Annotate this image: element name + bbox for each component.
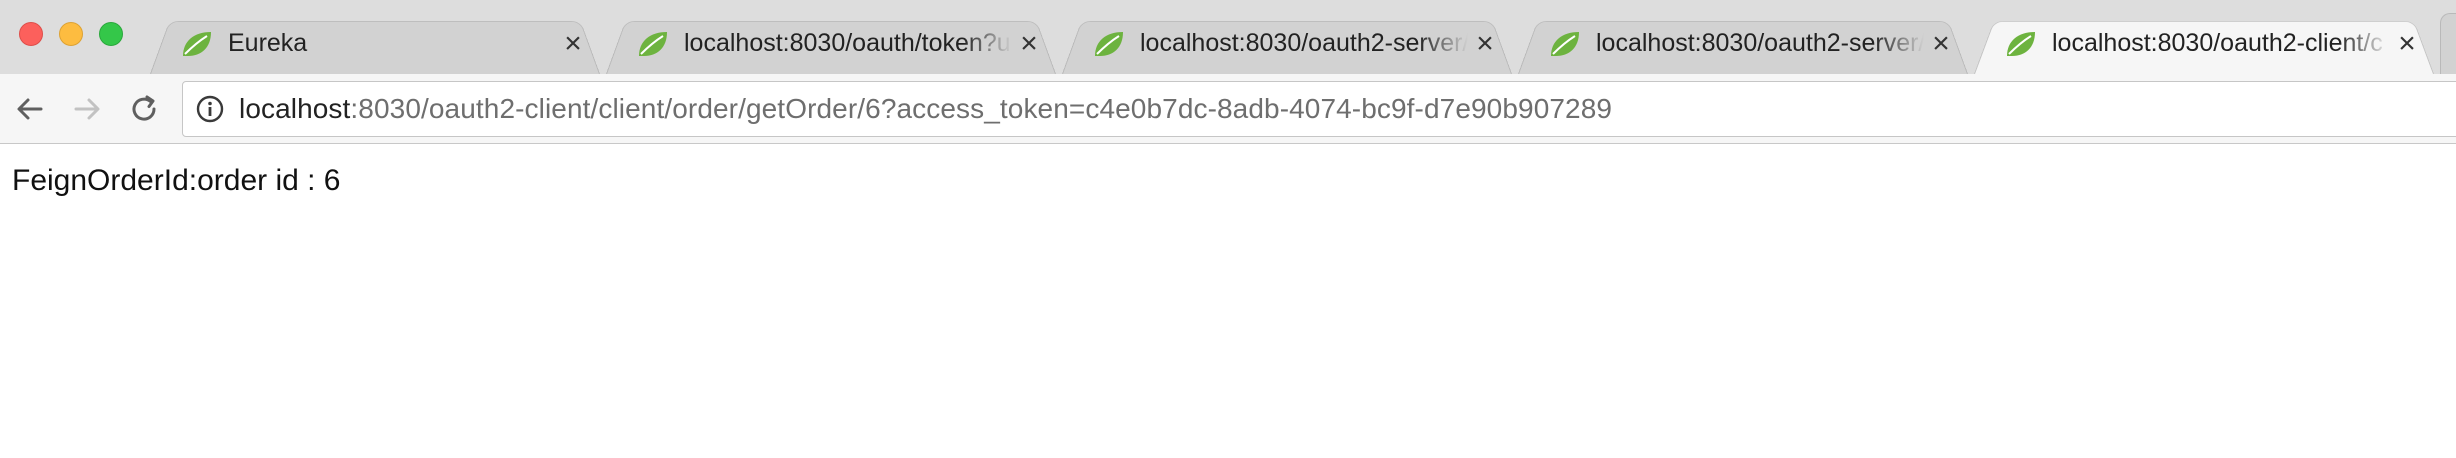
arrow-left-icon xyxy=(17,98,43,120)
spring-leaf-icon xyxy=(2007,31,2035,56)
tab-close-icon[interactable]: × xyxy=(556,28,590,59)
tab-title: localhost:8030/oauth/token?us xyxy=(684,29,1012,57)
window-zoom-button[interactable] xyxy=(99,22,123,46)
tab-close-icon[interactable]: × xyxy=(1012,28,1046,59)
arrow-right-icon xyxy=(74,98,100,120)
window-minimize-button[interactable] xyxy=(59,22,83,46)
address-bar[interactable]: localhost:8030/oauth2-client/client/orde… xyxy=(182,81,2456,137)
window-close-button[interactable] xyxy=(19,22,43,46)
info-icon[interactable] xyxy=(195,94,225,124)
forward-button[interactable] xyxy=(68,90,106,128)
tab-oauth-token[interactable]: localhost:8030/oauth/token?us × xyxy=(606,13,1056,74)
back-button[interactable] xyxy=(11,90,49,128)
spring-leaf-icon xyxy=(183,31,211,56)
tab-close-icon[interactable]: × xyxy=(2390,28,2424,59)
tab-title: localhost:8030/oauth2-client/c xyxy=(2052,29,2383,57)
tab-oauth2-client[interactable]: localhost:8030/oauth2-client/c × xyxy=(1974,13,2434,74)
tab-eureka[interactable]: Eureka × xyxy=(150,13,600,74)
tab-title: localhost:8030/oauth2-server/ xyxy=(1140,29,1468,57)
tab-title: localhost:8030/oauth2-server/ xyxy=(1596,29,1924,57)
spring-leaf-icon xyxy=(639,31,667,56)
page-body-text: FeignOrderId:order id : 6 xyxy=(12,164,341,197)
url-host: localhost xyxy=(239,93,351,124)
url-text[interactable]: localhost:8030/oauth2-client/client/orde… xyxy=(239,93,1612,125)
reload-button[interactable] xyxy=(125,90,163,128)
reload-icon xyxy=(132,95,156,121)
browser-toolbar: localhost:8030/oauth2-client/client/orde… xyxy=(0,74,2456,144)
tab-close-icon[interactable]: × xyxy=(1924,28,1958,59)
tab-strip: Eureka × localhost:8030/oauth/token?us ×… xyxy=(0,0,2456,74)
new-tab-button[interactable] xyxy=(2440,13,2456,74)
tab-oauth2-server-1[interactable]: localhost:8030/oauth2-server/ × xyxy=(1062,13,1512,74)
tab-oauth2-server-2[interactable]: localhost:8030/oauth2-server/ × xyxy=(1518,13,1968,74)
url-path: :8030/oauth2-client/client/order/getOrde… xyxy=(350,93,1613,124)
spring-leaf-icon xyxy=(1095,31,1123,56)
spring-leaf-icon xyxy=(1551,31,1579,56)
tab-title: Eureka xyxy=(228,29,308,57)
tab-close-icon[interactable]: × xyxy=(1468,28,1502,59)
